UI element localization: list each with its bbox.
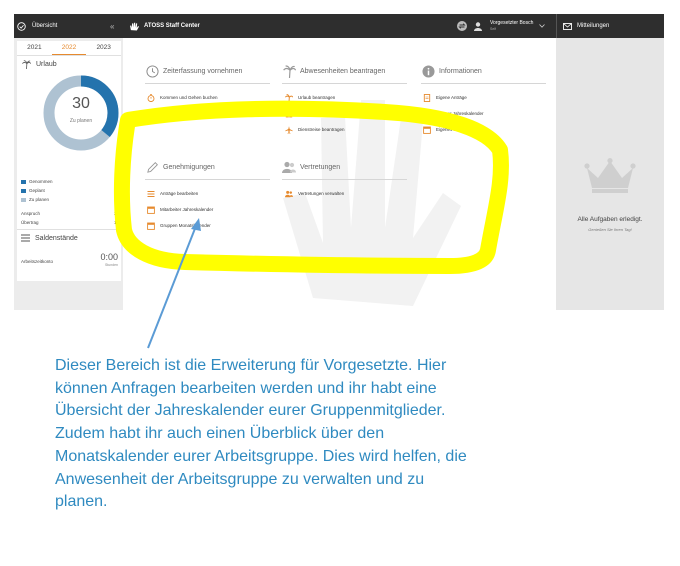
caption-line: Dieser Bereich ist die Erweiterung für V…: [55, 357, 447, 374]
caption-line: Übersicht der Jahreskalender eurer Grupp…: [55, 402, 446, 420]
pointer-arrow-line: [147, 225, 197, 349]
highlight-loop: [113, 100, 509, 274]
caption-line: Anwesenheit der Arbeitsgruppe zu verwalt…: [55, 470, 425, 488]
explanation-caption: Dieser Bereich ist die Erweiterung für V…: [55, 355, 655, 514]
caption-line: planen.: [55, 493, 108, 511]
pointer-arrow-head: [191, 218, 201, 231]
caption-line: können Anfragen bearbeiten werden und ih…: [55, 379, 437, 397]
caption-line: Monatskalender eurer Arbeitsgruppe. Dies…: [55, 447, 467, 465]
caption-line: Zudem habt ihr auch einen Überblick über…: [55, 425, 385, 443]
